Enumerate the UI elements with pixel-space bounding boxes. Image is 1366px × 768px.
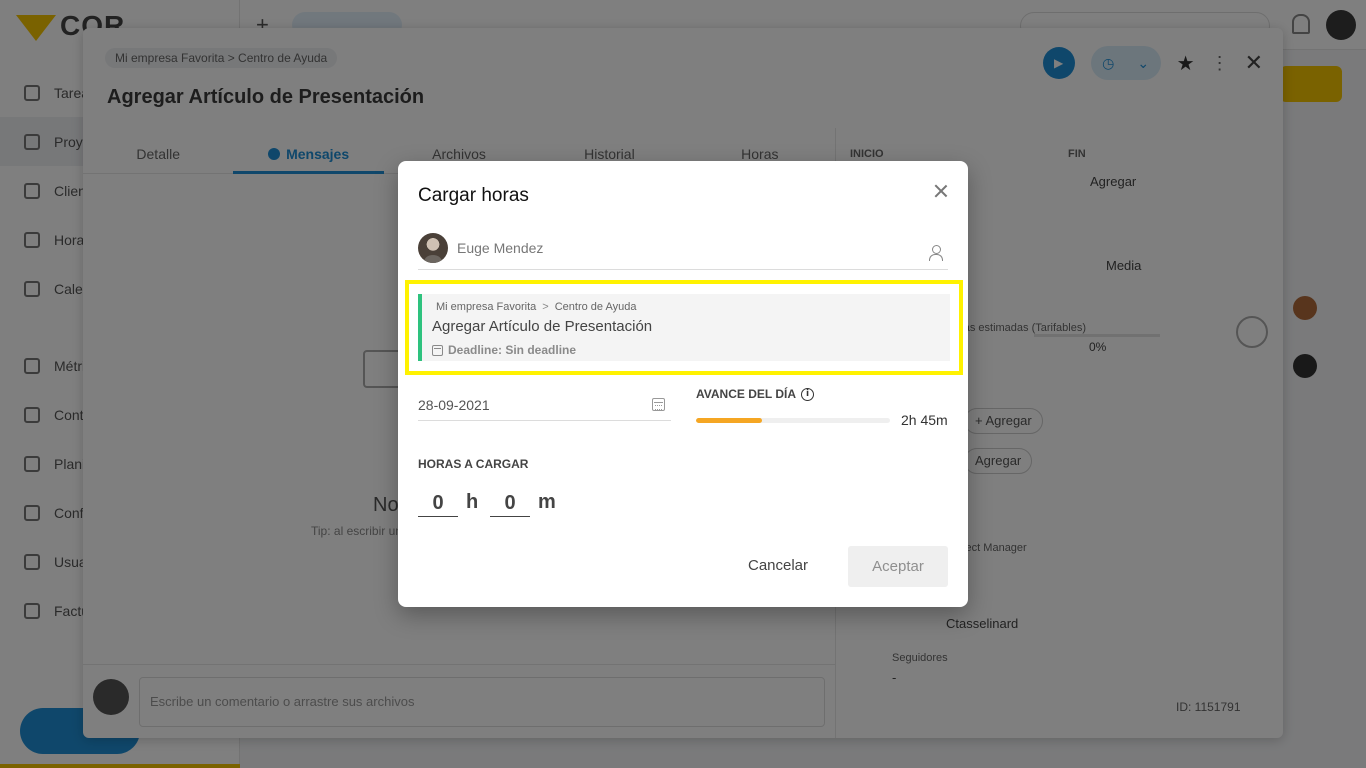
load-hours-modal: Cargar horas Euge Mendez Mi empresa Favo…: [398, 161, 968, 607]
task-breadcrumb: Mi empresa Favorita > Centro de Ayuda: [436, 301, 637, 313]
cancel-button[interactable]: Cancelar: [738, 551, 818, 581]
hours-label: HORAS A CARGAR: [418, 457, 529, 471]
day-progress-label: AVANCE DEL DÍA i: [696, 387, 815, 401]
task-highlight-frame: Mi empresa Favorita > Centro de Ayuda Agre…: [405, 280, 963, 375]
user-name: Euge Mendez: [457, 240, 544, 256]
minutes-input[interactable]: 0: [490, 487, 530, 517]
modal-title: Cargar horas: [418, 185, 529, 206]
day-progress-bar: [696, 418, 890, 423]
task-deadline: Deadline: Sin deadline: [432, 343, 576, 357]
hours-input[interactable]: 0: [418, 487, 458, 517]
day-progress-fill: [696, 418, 762, 423]
task-name: Agregar Artículo de Presentación: [432, 318, 653, 335]
date-value: 28-09-2021: [418, 397, 490, 413]
avatar: [418, 233, 448, 263]
close-icon[interactable]: [931, 181, 951, 201]
minutes-unit: m: [538, 491, 556, 513]
hours-unit: h: [466, 491, 479, 513]
day-progress-value: 2h 45m: [901, 412, 948, 428]
date-field[interactable]: 28-09-2021: [418, 389, 671, 421]
info-icon[interactable]: i: [801, 387, 815, 401]
task-card[interactable]: Mi empresa Favorita > Centro de Ayuda Agre…: [418, 294, 950, 361]
calendar-icon: [432, 344, 443, 356]
accept-button[interactable]: Aceptar: [848, 546, 948, 587]
person-icon: [929, 245, 943, 261]
user-selector[interactable]: Euge Mendez: [418, 233, 948, 270]
calendar-icon[interactable]: [652, 398, 665, 411]
